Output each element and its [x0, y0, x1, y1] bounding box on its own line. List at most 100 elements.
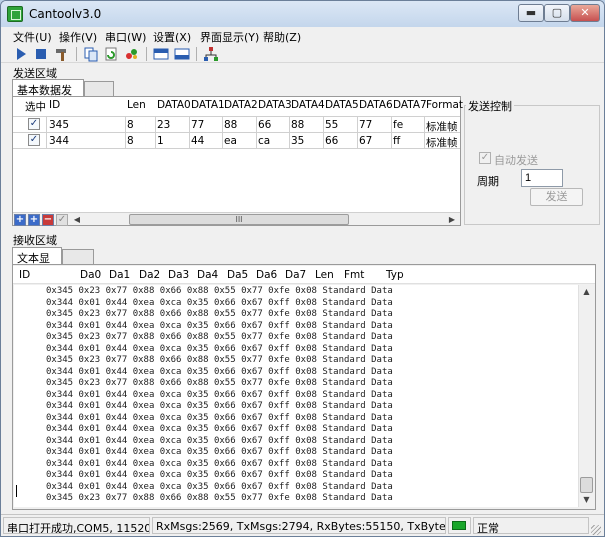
- send-grid: 选中 ID Len DATA0 DATA1 DATA2 DATA3 DATA4 …: [12, 96, 464, 226]
- receive-line: 0x344 0x01 0x44 0xea 0xca 0x35 0x66 0x67…: [46, 343, 393, 354]
- receive-line: 0x344 0x01 0x44 0xea 0xca 0x35 0x66 0x67…: [46, 447, 393, 457]
- col-header-id: ID: [49, 99, 61, 111]
- cell-data7[interactable]: ff: [393, 135, 400, 147]
- cell-format[interactable]: 标准帧: [426, 135, 458, 150]
- recv-header-da1: Da1: [109, 269, 131, 281]
- cell-data5[interactable]: 66: [325, 135, 338, 147]
- cell-data6[interactable]: 77: [359, 119, 372, 131]
- cell-id[interactable]: 344: [49, 135, 69, 147]
- row-select-checkbox[interactable]: ✓: [28, 134, 40, 146]
- send-button[interactable]: 发送: [530, 188, 583, 206]
- confirm-row-button[interactable]: ✓: [56, 214, 68, 226]
- recv-header-da6: Da6: [256, 269, 278, 281]
- receive-vscroll[interactable]: ▲ ▼: [578, 285, 594, 507]
- paint-icon[interactable]: [124, 46, 140, 62]
- stop-icon[interactable]: [33, 46, 49, 62]
- view-bottom-icon[interactable]: [174, 46, 190, 62]
- receive-area-label: 接收区域: [13, 234, 57, 247]
- cell-data3[interactable]: 66: [258, 119, 271, 131]
- remove-row-button[interactable]: −: [42, 214, 54, 226]
- scroll-up-icon[interactable]: ▲: [579, 285, 594, 299]
- resize-grip-icon[interactable]: [591, 525, 601, 535]
- view-top-icon[interactable]: [153, 46, 169, 62]
- refresh-icon[interactable]: [103, 46, 119, 62]
- col-header-data2: DATA2: [224, 99, 258, 111]
- menu-display[interactable]: 界面显示(Y): [200, 29, 259, 45]
- cell-data6[interactable]: 67: [359, 135, 372, 147]
- cell-len[interactable]: 8: [127, 135, 134, 147]
- cell-data2[interactable]: ea: [224, 135, 237, 147]
- status-led-icon: [452, 521, 466, 530]
- play-icon[interactable]: [13, 46, 29, 62]
- cell-data0[interactable]: 1: [157, 135, 164, 147]
- scroll-left-icon[interactable]: ◀: [71, 214, 83, 225]
- receive-line: 0x344 0x01 0x44 0xea 0xca 0x35 0x66 0x67…: [46, 389, 393, 400]
- menu-help[interactable]: 帮助(Z): [263, 29, 301, 45]
- receive-line: 0x344 0x01 0x44 0xea 0xca 0x35 0x66 0x67…: [46, 401, 393, 411]
- auto-send-checkbox[interactable]: ✓: [479, 152, 491, 164]
- cell-data4[interactable]: 35: [291, 135, 304, 147]
- port-status: 串口打开成功,COM5, 115200: [3, 517, 150, 534]
- cell-data1[interactable]: 44: [191, 135, 204, 147]
- receive-line: 0x344 0x01 0x44 0xea 0xca 0x35 0x66 0x67…: [46, 320, 393, 331]
- receive-line: 0x344 0x01 0x44 0xea 0xca 0x35 0x66 0x67…: [46, 435, 393, 446]
- menu-file[interactable]: 文件(U): [13, 29, 52, 45]
- tab-basic-send[interactable]: 基本数据发送: [12, 79, 84, 113]
- cell-data4[interactable]: 88: [291, 119, 304, 131]
- cell-data7[interactable]: fe: [393, 119, 403, 131]
- receive-line: 0x345 0x23 0x77 0x88 0x66 0x88 0x55 0x77…: [46, 332, 393, 342]
- app-window: Cantoolv3.0 ▬ ▢ ✕ 文件(U) 操作(V) 串口(W) 设置(X…: [0, 0, 605, 537]
- cell-data1[interactable]: 77: [191, 119, 204, 131]
- send-grid-hscroll[interactable]: + + − ✓ ◀ III ▶: [13, 212, 460, 226]
- receive-text-area[interactable]: 0x345 0x23 0x77 0x88 0x66 0x88 0x55 0x77…: [14, 285, 578, 507]
- send-control-title: 发送控制: [466, 98, 514, 114]
- cell-data0[interactable]: 23: [157, 119, 170, 131]
- insert-row-button[interactable]: +: [28, 214, 40, 226]
- scroll-down-icon[interactable]: ▼: [579, 493, 594, 507]
- recv-header-da7: Da7: [285, 269, 307, 281]
- recv-header-id: ID: [19, 269, 31, 281]
- col-header-data7: DATA7: [393, 99, 427, 111]
- menu-bar: 文件(U) 操作(V) 串口(W) 设置(X) 界面显示(Y) 帮助(Z): [1, 27, 604, 45]
- cell-data5[interactable]: 55: [325, 119, 338, 131]
- tab-text-display[interactable]: 文本显示: [12, 247, 62, 281]
- scroll-thumb[interactable]: [580, 477, 593, 493]
- app-logo-icon: [7, 6, 23, 22]
- network-icon[interactable]: [203, 46, 219, 62]
- close-button[interactable]: ✕: [570, 4, 600, 22]
- auto-send-label: 自动发送: [494, 154, 538, 167]
- toolbar-separator: [146, 47, 147, 61]
- cell-len[interactable]: 8: [127, 119, 134, 131]
- grid-line: [46, 116, 47, 148]
- menu-settings[interactable]: 设置(X): [153, 29, 191, 45]
- recv-header-da0: Da0: [80, 269, 102, 281]
- cell-id[interactable]: 345: [49, 119, 69, 131]
- menu-serial[interactable]: 串口(W): [105, 29, 146, 45]
- period-input[interactable]: [521, 169, 563, 187]
- tab-empty[interactable]: [84, 81, 114, 96]
- add-row-button[interactable]: +: [14, 214, 26, 226]
- menu-operation[interactable]: 操作(V): [59, 29, 97, 45]
- col-header-select: 选中: [25, 101, 46, 113]
- grid-line: [357, 116, 358, 148]
- copy-icon[interactable]: [83, 46, 99, 62]
- scroll-right-icon[interactable]: ▶: [446, 214, 458, 225]
- window-title: Cantoolv3.0: [29, 7, 102, 21]
- cell-data3[interactable]: ca: [258, 135, 270, 147]
- receive-column-headers: ID Da0 Da1 Da2 Da3 Da4 Da5 Da6 Da7 Len F…: [13, 266, 595, 284]
- row-select-checkbox[interactable]: ✓: [28, 118, 40, 130]
- grid-line: [391, 116, 392, 148]
- minimize-button[interactable]: ▬: [518, 4, 544, 22]
- maximize-button[interactable]: ▢: [544, 4, 570, 22]
- tab-empty[interactable]: [62, 249, 94, 264]
- receive-line: 0x344 0x01 0x44 0xea 0xca 0x35 0x66 0x67…: [46, 458, 393, 469]
- grid-line: [424, 116, 425, 148]
- traffic-counters: RxMsgs:2569, TxMsgs:2794, RxBytes:55150,…: [152, 517, 446, 534]
- col-header-format: Format: [426, 99, 464, 111]
- recv-header-typ: Typ: [386, 269, 404, 281]
- cell-format[interactable]: 标准帧: [426, 119, 458, 134]
- scroll-thumb[interactable]: III: [129, 214, 349, 225]
- hammer-icon[interactable]: [54, 46, 70, 62]
- cell-data2[interactable]: 88: [224, 119, 237, 131]
- receive-line: 0x344 0x01 0x44 0xea 0xca 0x35 0x66 0x67…: [46, 297, 393, 308]
